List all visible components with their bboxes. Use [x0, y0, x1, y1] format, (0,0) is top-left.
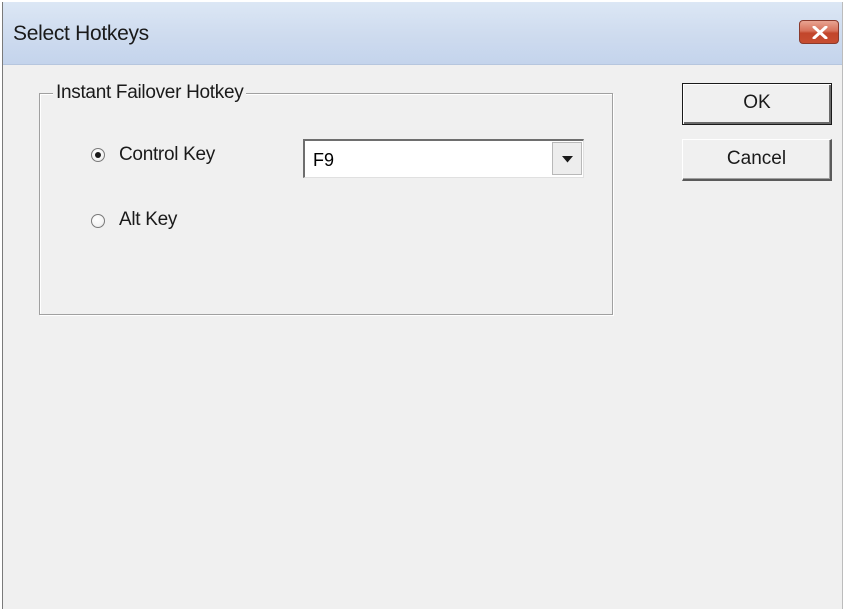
- cancel-button[interactable]: Cancel: [682, 139, 832, 181]
- hotkey-groupbox: [39, 93, 613, 315]
- window-title: Select Hotkeys: [13, 22, 149, 45]
- hotkey-dropdown[interactable]: F9: [303, 139, 584, 178]
- chevron-down-icon: [562, 156, 573, 163]
- ok-button[interactable]: OK: [682, 83, 832, 125]
- close-button[interactable]: [799, 20, 839, 44]
- dropdown-arrow-button[interactable]: [552, 142, 582, 175]
- radio-selected-dot: [95, 152, 101, 158]
- hotkey-dropdown-value: F9: [313, 150, 335, 170]
- alt-key-label[interactable]: Alt Key: [119, 209, 177, 231]
- close-icon: [812, 26, 828, 39]
- title-bar[interactable]: Select Hotkeys: [3, 2, 842, 65]
- alt-key-radio[interactable]: [91, 214, 105, 228]
- control-key-label[interactable]: Control Key: [119, 144, 215, 166]
- dialog-window: Select Hotkeys Instant Failover Hotkey C…: [2, 2, 843, 609]
- control-key-radio[interactable]: [91, 148, 105, 162]
- groupbox-label: Instant Failover Hotkey: [53, 82, 247, 104]
